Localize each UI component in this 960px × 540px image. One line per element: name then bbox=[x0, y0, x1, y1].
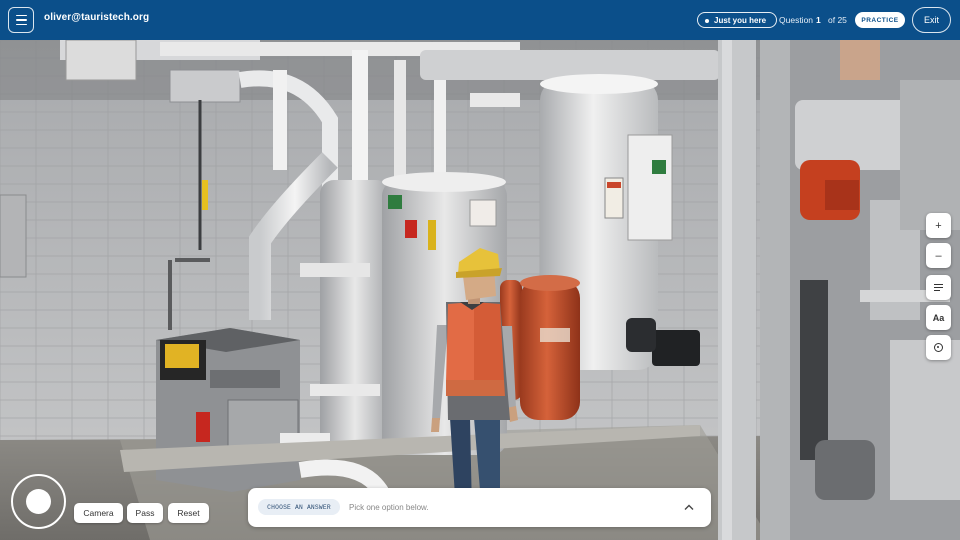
top-bar: oliver@tauristech.org Just you here Ques… bbox=[0, 0, 960, 40]
pass-button[interactable]: Pass bbox=[127, 503, 163, 523]
target-icon bbox=[934, 343, 943, 352]
question-label: Question bbox=[779, 15, 814, 25]
text-size-button[interactable]: Aa bbox=[926, 305, 951, 330]
movement-joystick[interactable] bbox=[11, 474, 66, 529]
outline-button[interactable] bbox=[926, 275, 951, 300]
user-email: oliver@tauristech.org bbox=[44, 12, 150, 23]
audience-label: Just you here bbox=[714, 15, 767, 25]
question-total: of 25 bbox=[828, 15, 847, 25]
menu-button[interactable] bbox=[8, 7, 34, 33]
answer-hint: Pick one option below. bbox=[349, 503, 429, 512]
question-number: 1 bbox=[816, 15, 821, 25]
zoom-out-button[interactable]: – bbox=[926, 243, 951, 268]
scene-viewport[interactable] bbox=[0, 40, 960, 540]
audience-pill[interactable]: Just you here bbox=[697, 12, 778, 28]
lines-icon bbox=[934, 283, 943, 292]
expand-answers-button[interactable] bbox=[680, 498, 698, 516]
chevron-up-icon bbox=[684, 504, 694, 510]
mode-badge: PRACTICE bbox=[855, 12, 905, 28]
recenter-button[interactable] bbox=[926, 335, 951, 360]
hamburger-icon bbox=[15, 14, 27, 17]
answer-panel: CHOOSE AN ANSWER Pick one option below. bbox=[248, 488, 711, 527]
exit-button[interactable]: Exit bbox=[912, 7, 951, 33]
joystick-knob[interactable] bbox=[26, 489, 51, 514]
choose-answer-badge: CHOOSE AN ANSWER bbox=[258, 499, 340, 515]
camera-button[interactable]: Camera bbox=[74, 503, 123, 523]
reset-button[interactable]: Reset bbox=[168, 503, 209, 523]
boiler-room-scene bbox=[0, 40, 960, 540]
dot-icon bbox=[705, 19, 709, 23]
zoom-in-button[interactable]: + bbox=[926, 213, 951, 238]
